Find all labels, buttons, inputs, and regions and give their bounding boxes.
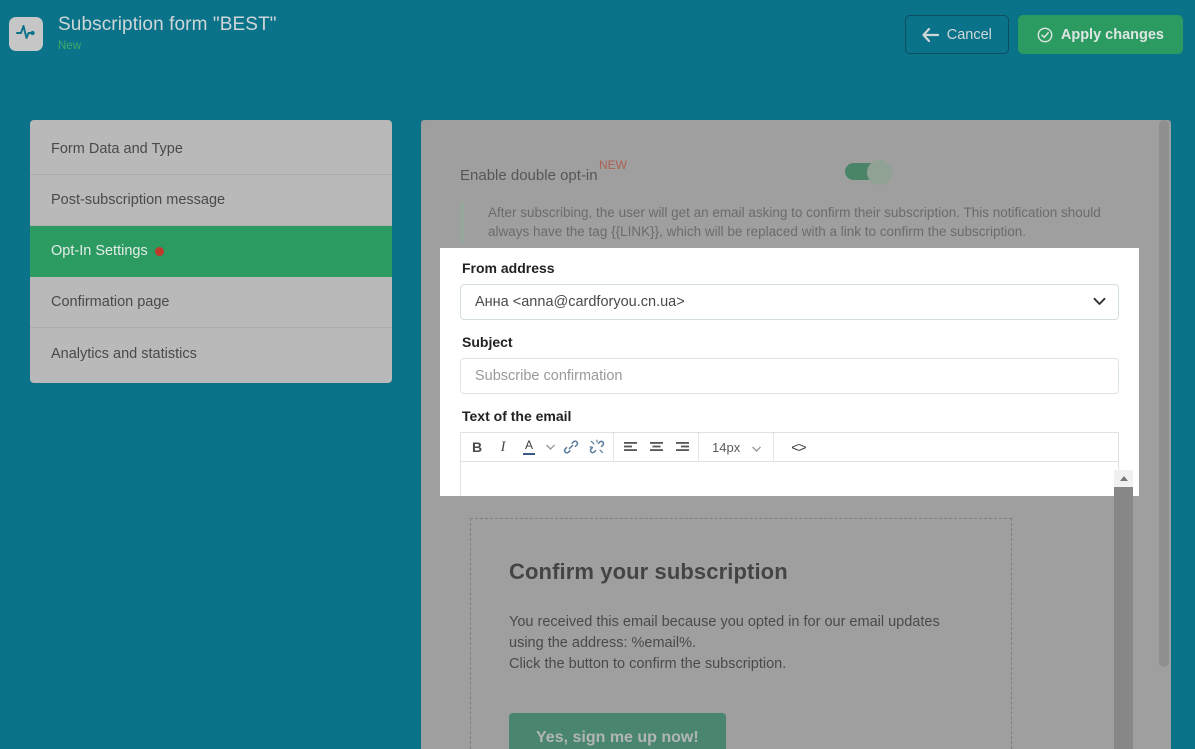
- chevron-down-icon: [752, 440, 762, 455]
- new-badge: NEW: [599, 158, 627, 172]
- align-right-icon[interactable]: [669, 433, 695, 461]
- sidebar-item-form-data-and-type[interactable]: Form Data and Type: [30, 124, 392, 175]
- text-color-swatch: [523, 452, 535, 456]
- text-color-letter: A: [524, 437, 533, 452]
- sidebar-item-opt-in-settings[interactable]: Opt-In Settings: [30, 226, 392, 277]
- panel-scrollbar[interactable]: [1159, 120, 1169, 749]
- header-actions: Cancel Apply changes: [904, 15, 1183, 54]
- email-preview-box: Confirm your subscription You received t…: [470, 518, 1012, 749]
- sidebar-item-label: Form Data and Type: [51, 141, 183, 157]
- from-address-label: From address: [462, 260, 555, 276]
- unlink-icon[interactable]: [584, 433, 610, 461]
- double-opt-in-row: Enable double opt-in NEW: [460, 158, 1140, 194]
- apply-changes-label: Apply changes: [1060, 26, 1164, 43]
- app-logo: [9, 17, 43, 51]
- sidebar-item-label: Opt-In Settings: [51, 243, 148, 259]
- settings-sidebar: Form Data and Type Post-subscription mes…: [30, 120, 392, 383]
- font-size-value: 14px: [712, 439, 741, 455]
- source-code-button[interactable]: <>: [777, 433, 819, 461]
- app-header: Subscription form "BEST" New Cancel Appl…: [0, 0, 1195, 72]
- sidebar-item-label: Analytics and statistics: [51, 345, 197, 362]
- unsaved-changes-dot: [154, 246, 164, 256]
- editor-scrollbar[interactable]: [1114, 470, 1133, 749]
- cancel-button[interactable]: Cancel: [904, 15, 1009, 54]
- email-preview-paragraph: You received this email because you opte…: [509, 612, 973, 675]
- font-size-dropdown[interactable]: 14px: [702, 433, 770, 461]
- pulse-icon: [15, 21, 37, 48]
- toggle-knob: [867, 160, 892, 185]
- title-block: Subscription form "BEST" New: [58, 13, 277, 54]
- toolbar-group-code: <>: [774, 433, 822, 461]
- chevron-down-icon: [1093, 294, 1106, 310]
- italic-button[interactable]: I: [490, 433, 516, 461]
- email-preview-line-1: You received this email because you opte…: [509, 614, 940, 651]
- double-opt-in-note: After subscribing, the user will get an …: [460, 202, 1110, 242]
- scroll-up-arrow-icon[interactable]: [1114, 470, 1133, 487]
- email-preview-line-2: Click the button to confirm the subscrip…: [509, 656, 787, 672]
- sidebar-item-label: Confirmation page: [51, 294, 170, 310]
- page-status: New: [58, 40, 82, 52]
- email-preview-cta-button[interactable]: Yes, sign me up now!: [509, 713, 726, 749]
- align-center-icon[interactable]: [643, 433, 669, 461]
- email-text-editor[interactable]: [460, 462, 1119, 496]
- cancel-button-label: Cancel: [946, 26, 992, 43]
- subject-label: Subject: [462, 334, 513, 350]
- align-left-icon[interactable]: [617, 433, 643, 461]
- sidebar-item-post-subscription-message[interactable]: Post-subscription message: [30, 175, 392, 226]
- panel-scrollbar-thumb[interactable]: [1159, 120, 1169, 667]
- subject-value: Subscribe confirmation: [475, 368, 623, 384]
- link-icon[interactable]: [558, 433, 584, 461]
- arrow-left-icon: [922, 27, 939, 42]
- check-circle-icon: [1037, 27, 1053, 43]
- toolbar-group-align: [614, 433, 699, 461]
- from-address-select[interactable]: Анна <anna@cardforyou.cn.ua>: [460, 284, 1119, 320]
- subject-input[interactable]: Subscribe confirmation: [460, 358, 1119, 394]
- bold-button[interactable]: B: [464, 433, 490, 461]
- email-preview-heading: Confirm your subscription: [509, 559, 788, 584]
- from-address-value: Анна <anna@cardforyou.cn.ua>: [475, 294, 685, 310]
- double-opt-in-toggle[interactable]: [845, 160, 892, 185]
- spotlight-form-section: From address Анна <anna@cardforyou.cn.ua…: [440, 248, 1139, 496]
- sidebar-item-analytics-and-statistics[interactable]: Analytics and statistics: [30, 328, 392, 379]
- sidebar-item-label: Post-subscription message: [51, 192, 226, 208]
- editor-scrollbar-thumb[interactable]: [1114, 487, 1133, 749]
- text-color-caret-icon[interactable]: [542, 444, 558, 450]
- editor-toolbar: B I A 14px <>: [460, 432, 1119, 462]
- page-title: Subscription form "BEST": [58, 14, 277, 35]
- email-text-label: Text of the email: [462, 408, 572, 424]
- sidebar-item-confirmation-page[interactable]: Confirmation page: [30, 277, 392, 328]
- double-opt-in-label: Enable double opt-in: [460, 167, 598, 184]
- toolbar-group-size: 14px: [699, 433, 775, 461]
- apply-changes-button[interactable]: Apply changes: [1017, 15, 1183, 54]
- text-color-button[interactable]: A: [516, 433, 542, 461]
- toolbar-group-format: B I A: [461, 433, 614, 461]
